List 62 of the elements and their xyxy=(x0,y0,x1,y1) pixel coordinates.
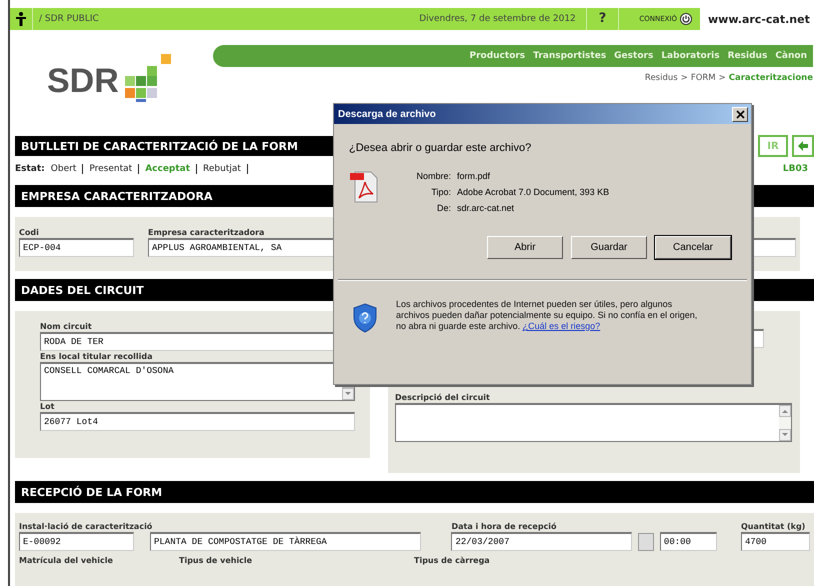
detail-value: form.pdf xyxy=(457,171,490,181)
status-link[interactable]: Obert xyxy=(50,164,76,174)
dialog-button[interactable]: Cancelar xyxy=(655,236,731,259)
field-label: Empresa caracteritzadora xyxy=(148,227,264,238)
dialog-button[interactable]: Abrir xyxy=(487,236,563,259)
close-icon xyxy=(736,110,744,118)
detail-label: Tipo: xyxy=(430,187,452,197)
input-field[interactable]: 22/03/2007 xyxy=(451,532,632,551)
site-label[interactable]: / SDR PUBLIC xyxy=(33,14,99,24)
detail-label: De: xyxy=(436,203,452,213)
status-link[interactable]: Acceptat xyxy=(145,164,190,174)
input-field[interactable]: 26077 Lot4 xyxy=(40,412,355,431)
calendar-button[interactable] xyxy=(638,532,654,550)
close-button[interactable] xyxy=(732,106,748,122)
date-text: Divendres, 7 de setembre de 2012 xyxy=(419,14,577,24)
breadcrumb-link[interactable]: > xyxy=(718,73,726,83)
input-field[interactable]: PLANTA DE COMPOSTATGE DE TÀRREGA xyxy=(150,532,422,551)
field-label: Lot xyxy=(40,401,54,412)
field-label: Tipus de càrrega xyxy=(414,555,490,566)
text-area[interactable] xyxy=(395,403,792,442)
warning-text: Los archivos procedentes de Internet pueden ser útiles, pero algunos archivos pueden dañar potencialmente su equipo. Si no confía en el origen, no abra ni guarde este archivo. ¿Cuál es el riesgo? xyxy=(396,299,698,332)
status-label: Estat: xyxy=(15,164,45,174)
field-label: Ens local titular recollida xyxy=(40,351,153,362)
section-title: RECEPCIÓ DE LA FORM xyxy=(21,486,162,498)
field-label: Data i hora de recepció xyxy=(451,521,557,532)
field-label: Quantitat (kg) xyxy=(740,521,806,532)
status-code: LB03 xyxy=(782,164,809,174)
input-field[interactable]: 4700 xyxy=(740,532,810,551)
input-field[interactable]: E-00092 xyxy=(19,532,134,551)
back-button[interactable] xyxy=(792,135,814,157)
shield-icon xyxy=(352,303,378,333)
field-label: Codi xyxy=(19,227,39,238)
scroll-down-icon xyxy=(779,429,791,441)
help-button[interactable]: ? xyxy=(586,8,620,30)
field-label: Tipus de vehicle xyxy=(179,555,252,566)
field-label: Descripció del circuit xyxy=(395,392,490,403)
logo[interactable]: SDR xyxy=(47,50,173,102)
field-label: Nom circuit xyxy=(40,321,92,332)
breadcrumb-link[interactable]: FORM xyxy=(690,73,716,83)
field-label: Matrícula del vehicle xyxy=(19,555,113,566)
section-title: DADES DEL CIRCUIT xyxy=(21,284,144,296)
section-title: EMPRESA CARACTERITZADORA xyxy=(21,190,212,202)
input-field[interactable]: ECP-004 xyxy=(19,238,134,257)
form-title: BUTLLETI DE CARACTERITZACIÓ DE LA FORM xyxy=(21,140,298,152)
arrow-icon xyxy=(797,140,809,152)
dialog-button[interactable]: Guardar xyxy=(571,236,647,259)
detail-label: Nombre: xyxy=(415,171,452,181)
detail-value: sdr.arc-cat.net xyxy=(457,203,514,213)
text-area[interactable]: CONSELL COMARCAL D'OSONA xyxy=(40,362,355,401)
risk-link[interactable]: ¿Cuál es el riesgo? xyxy=(522,321,600,331)
status-link[interactable]: Presentat xyxy=(89,164,132,174)
input-field[interactable]: 00:00 xyxy=(660,532,717,551)
scroll-up-icon xyxy=(779,405,791,417)
detail-value: Adobe Acrobat 7.0 Document, 393 KB xyxy=(457,187,610,197)
power-icon xyxy=(680,13,692,25)
breadcrumb-link[interactable]: > xyxy=(680,73,688,83)
field-label: Instal·lació de caracterització xyxy=(19,521,152,532)
breadcrumb-link[interactable]: Residus xyxy=(644,73,678,83)
dialog-title: Descarga de archivo xyxy=(338,108,436,120)
dialog-question: ¿Desea abrir o guardar este archivo? xyxy=(349,142,532,154)
status-link[interactable]: Rebutjat xyxy=(203,164,241,174)
site-url[interactable]: www.arc-cat.net xyxy=(700,12,810,26)
